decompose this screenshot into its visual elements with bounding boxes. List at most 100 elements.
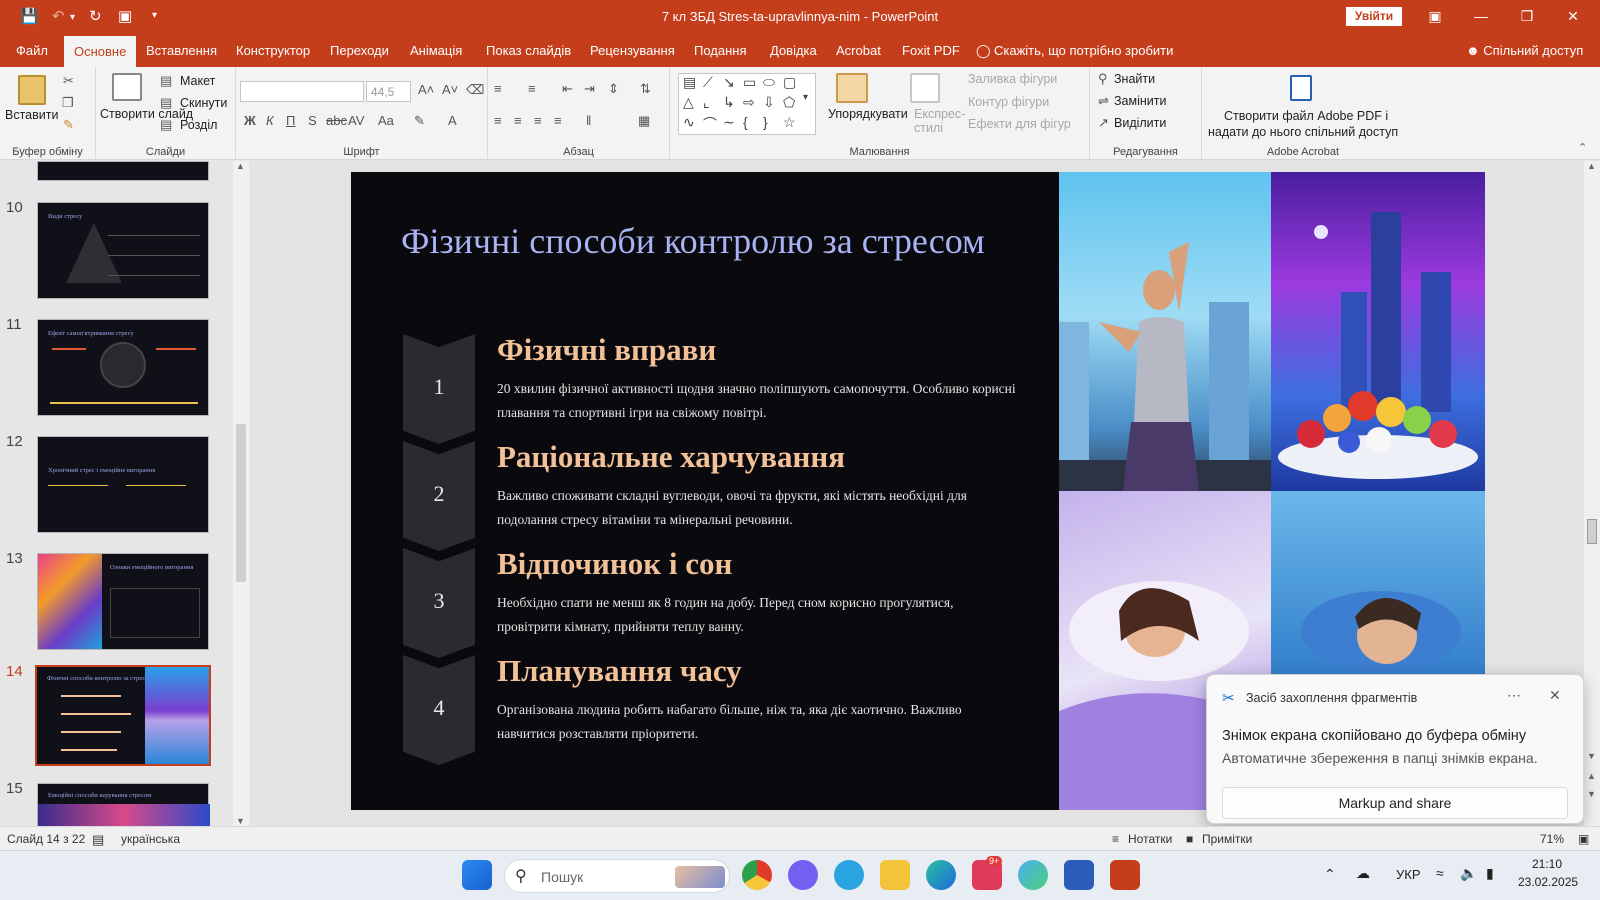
chrome-icon[interactable]	[742, 860, 772, 890]
shape-effects-button[interactable]: Ефекти для фігур	[968, 117, 1071, 131]
next-slide-icon[interactable]: ▼	[1587, 789, 1596, 799]
tab-view[interactable]: Подання	[694, 33, 747, 67]
create-pdf-line2[interactable]: надати до нього спільний доступ	[1208, 125, 1398, 139]
powerpoint-icon[interactable]	[1110, 860, 1140, 890]
star-shape-icon[interactable]: ☆	[783, 114, 796, 131]
new-slide-icon[interactable]	[112, 73, 142, 101]
slide-title[interactable]: Фізичні способи контролю за стресом	[401, 220, 985, 262]
item-heading[interactable]: Фізичні вправи	[497, 332, 716, 368]
scrollbar-thumb[interactable]	[1587, 519, 1597, 544]
slide-thumbnail-selected[interactable]: Фізичні способи контролю за стресом	[35, 665, 211, 766]
slide-thumbnail-pane[interactable]: 10 Види стресу 11 Ефект самоп'ятримання …	[0, 161, 250, 826]
tab-review[interactable]: Рецензування	[590, 33, 675, 67]
share-button[interactable]: ☻ Спільний доступ	[1466, 33, 1583, 69]
textbox-shape-icon[interactable]: ▤	[683, 74, 696, 91]
tab-help[interactable]: Довідка	[770, 33, 817, 67]
item-heading[interactable]: Раціональне харчування	[497, 439, 845, 475]
browser-icon[interactable]	[1018, 860, 1048, 890]
comments-button[interactable]: Примітки	[1202, 832, 1252, 846]
language-indicator[interactable]: українська	[121, 832, 180, 846]
arrange-icon[interactable]	[836, 73, 868, 103]
fit-slide-icon[interactable]: ▣	[1578, 832, 1589, 846]
clear-formatting-icon[interactable]: ⌫	[466, 82, 484, 98]
paste-icon[interactable]	[18, 75, 46, 105]
freeform-shape-icon[interactable]: ⬠	[783, 94, 795, 111]
tab-insert[interactable]: Вставлення	[146, 33, 217, 67]
tab-file[interactable]: Файл	[16, 33, 48, 67]
scrollbar-thumb[interactable]	[236, 424, 246, 582]
increase-font-icon[interactable]: A˄	[418, 82, 434, 97]
more-options-icon[interactable]: ⋯	[1507, 687, 1521, 704]
show-hidden-icons[interactable]: ⌃	[1324, 866, 1336, 883]
item-body[interactable]: 20 хвилин фізичної активності щодня знач…	[497, 377, 1017, 425]
align-right-icon[interactable]: ≡	[534, 113, 542, 128]
tab-design[interactable]: Конструктор	[236, 33, 310, 67]
font-color-icon[interactable]: A	[448, 113, 457, 128]
select-button[interactable]: Виділити	[1114, 116, 1166, 130]
change-case-icon[interactable]: Aa	[378, 113, 394, 128]
tab-home[interactable]: Основне	[64, 36, 137, 67]
file-explorer-icon[interactable]	[880, 860, 910, 890]
skype-icon[interactable]: 9+	[972, 856, 1003, 890]
connector-shape-icon[interactable]: ⌞	[703, 94, 710, 111]
columns-icon[interactable]: ‖	[586, 113, 591, 128]
justify-icon[interactable]: ≡	[554, 113, 562, 128]
tab-acrobat[interactable]: Acrobat	[836, 33, 881, 67]
slide-thumbnail[interactable]: Емоційні способи керування стресом	[37, 783, 210, 826]
down-arrow-shape-icon[interactable]: ⇩	[763, 94, 775, 111]
text-direction-icon[interactable]: ⇅	[640, 81, 651, 97]
item-body[interactable]: Необхідно спати не менш як 8 годин на до…	[497, 591, 1017, 639]
slide-scrollbar[interactable]: ▲ ▼ ▲ ▼	[1584, 161, 1600, 826]
cloud-sync-icon[interactable]: ☁	[1356, 865, 1370, 882]
strikethrough-icon[interactable]: abc	[326, 113, 347, 128]
step-chevron[interactable]: 2	[403, 441, 475, 551]
item-heading[interactable]: Відпочинок і сон	[497, 546, 732, 582]
slide-thumbnail-partial[interactable]	[37, 161, 209, 181]
snipping-tool-notification[interactable]: ✂ Засіб захоплення фрагментів ⋯ ✕ Знімок…	[1206, 674, 1584, 824]
scribble-shape-icon[interactable]: ∼	[723, 114, 735, 131]
collapse-ribbon-icon[interactable]: ⌃	[1578, 141, 1587, 154]
slide-thumbnail[interactable]: Хронічний стрес і емоційне вигорання	[37, 436, 209, 533]
clock-time[interactable]: 21:10	[1532, 857, 1562, 871]
replace-button[interactable]: Замінити	[1114, 94, 1166, 108]
slide-thumbnail[interactable]: Ознаки емоційного вигорання	[37, 553, 209, 650]
volume-icon[interactable]: 🔈	[1460, 865, 1477, 882]
taskbar-search[interactable]: ⚲ Пошук	[504, 859, 730, 893]
tab-foxit[interactable]: Foxit PDF	[902, 33, 960, 67]
item-heading[interactable]: Планування часу	[497, 653, 742, 689]
windows-start-icon[interactable]	[462, 860, 492, 890]
shape-outline-button[interactable]: Контур фігури	[968, 95, 1049, 109]
font-size-combobox[interactable]: 44,5	[366, 81, 411, 102]
ribbon-display-options-icon[interactable]: ▣	[1420, 5, 1450, 27]
slide-thumbnail[interactable]: Види стресу	[37, 202, 209, 299]
close-button[interactable]: ✕	[1558, 5, 1588, 27]
character-spacing-icon[interactable]: AV	[348, 113, 364, 128]
copy-icon[interactable]: ❐	[62, 95, 74, 111]
step-chevron[interactable]: 3	[403, 548, 475, 658]
edge-icon[interactable]	[926, 860, 956, 890]
thumbnail-scrollbar[interactable]: ▲ ▼	[233, 161, 249, 826]
line-shape-icon[interactable]: ⟋	[703, 74, 713, 91]
tab-transitions[interactable]: Переходи	[330, 33, 389, 67]
wifi-icon[interactable]: ≈	[1436, 865, 1444, 881]
markup-and-share-button[interactable]: Markup and share	[1222, 787, 1568, 819]
smartart-icon[interactable]: ▦	[638, 113, 650, 129]
zoom-level[interactable]: 71%	[1540, 832, 1564, 846]
italic-icon[interactable]: К	[266, 113, 274, 128]
word-icon[interactable]	[1064, 860, 1094, 890]
paste-button[interactable]: Вставити	[5, 108, 58, 122]
bold-icon[interactable]: Ж	[244, 113, 256, 128]
step-chevron[interactable]: 1	[403, 334, 475, 444]
decrease-indent-icon[interactable]: ⇤	[562, 81, 573, 97]
notes-button[interactable]: Нотатки	[1128, 832, 1172, 846]
line-spacing-icon[interactable]: ⇕	[608, 81, 619, 97]
font-name-combobox[interactable]	[240, 81, 364, 102]
decrease-font-icon[interactable]: A˅	[442, 82, 458, 97]
triangle-shape-icon[interactable]: △	[683, 94, 694, 111]
battery-icon[interactable]: ▮	[1486, 865, 1494, 882]
left-brace-shape-icon[interactable]: {	[743, 114, 748, 130]
signin-button[interactable]: Увійти	[1346, 7, 1402, 26]
shadow-icon[interactable]: S	[308, 113, 317, 128]
spelling-check-icon[interactable]: ▤	[92, 832, 104, 848]
item-body[interactable]: Організована людина робить набагато біль…	[497, 698, 1017, 746]
